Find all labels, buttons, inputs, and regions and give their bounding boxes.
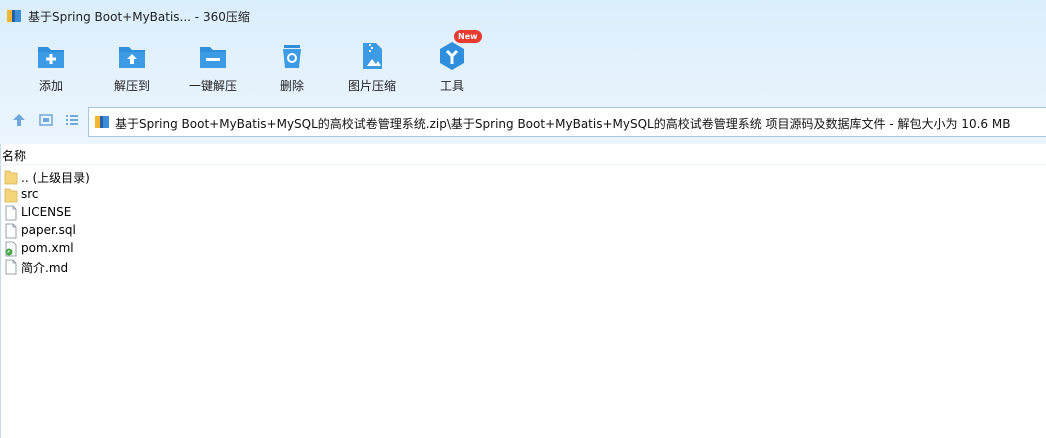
- list-item-readme-md[interactable]: 简介.md: [2, 258, 302, 276]
- file-name: src: [21, 187, 39, 201]
- folder-icon: [4, 170, 18, 185]
- new-badge: New: [454, 30, 482, 43]
- one-click-extract-button[interactable]: 一键解压: [173, 36, 253, 98]
- list-view-icon[interactable]: [64, 112, 80, 128]
- one-click-extract-label: 一键解压: [188, 79, 237, 93]
- file-icon: [5, 223, 17, 239]
- list-item-src[interactable]: src: [2, 186, 302, 204]
- delete-label: 删除: [279, 79, 304, 93]
- list-item-paper-sql[interactable]: paper.sql: [2, 222, 302, 240]
- extract-to-button[interactable]: 解压到: [92, 36, 172, 98]
- file-name: pom.xml: [21, 241, 74, 255]
- delete-button[interactable]: 删除: [252, 36, 332, 98]
- column-header-name[interactable]: 名称: [0, 146, 1046, 165]
- file-name: .. (上级目录): [21, 171, 90, 185]
- pane-border: [0, 144, 1, 438]
- window-title: 基于Spring Boot+MyBatis... - 360压缩: [28, 10, 250, 24]
- up-arrow-icon[interactable]: [11, 112, 27, 128]
- image-compress-icon: [363, 43, 382, 69]
- file-name: paper.sql: [21, 223, 76, 237]
- file-name: 简介.md: [21, 261, 69, 275]
- image-compress-button[interactable]: 图片压缩: [332, 36, 412, 98]
- folder-icon: [4, 188, 18, 203]
- tools-icon: [440, 42, 464, 70]
- add-button[interactable]: 添加: [11, 36, 91, 98]
- add-folder-icon: [38, 47, 64, 68]
- one-click-extract-icon: [200, 47, 226, 68]
- title-bar: 基于Spring Boot+MyBatis... - 360压缩: [0, 0, 1046, 32]
- list-item-pom-xml[interactable]: pom.xml: [2, 240, 302, 258]
- list-item-license[interactable]: LICENSE: [2, 204, 302, 222]
- app-icon: [7, 10, 21, 22]
- path-bar[interactable]: 基于Spring Boot+MyBatis+MySQL的高校试卷管理系统.zip…: [88, 107, 1046, 137]
- trash-icon: [283, 45, 301, 68]
- xml-file-icon: [5, 241, 17, 257]
- toolbar: 添加 解压到 一键解压 删除 图片压缩 New 工具: [0, 30, 1046, 98]
- path-text: 基于Spring Boot+MyBatis+MySQL的高校试卷管理系统.zip…: [115, 117, 1011, 131]
- extract-to-icon: [119, 47, 145, 68]
- thumbnail-view-icon[interactable]: [38, 112, 54, 128]
- archive-icon: [95, 116, 109, 128]
- column-header-label: 名称: [2, 149, 27, 163]
- window-chrome: 基于Spring Boot+MyBatis... - 360压缩 添加 解压到: [0, 0, 1046, 144]
- extract-to-label: 解压到: [113, 79, 150, 93]
- tools-button[interactable]: New 工具: [412, 30, 492, 98]
- list-item-parent-dir[interactable]: .. (上级目录): [2, 168, 302, 186]
- file-name: LICENSE: [21, 205, 72, 219]
- image-compress-label: 图片压缩: [347, 79, 396, 93]
- add-label: 添加: [38, 79, 63, 93]
- tools-label: 工具: [439, 79, 464, 93]
- navigation-bar: 基于Spring Boot+MyBatis+MySQL的高校试卷管理系统.zip…: [0, 104, 1046, 137]
- file-icon: [5, 205, 17, 221]
- file-icon: [5, 259, 17, 275]
